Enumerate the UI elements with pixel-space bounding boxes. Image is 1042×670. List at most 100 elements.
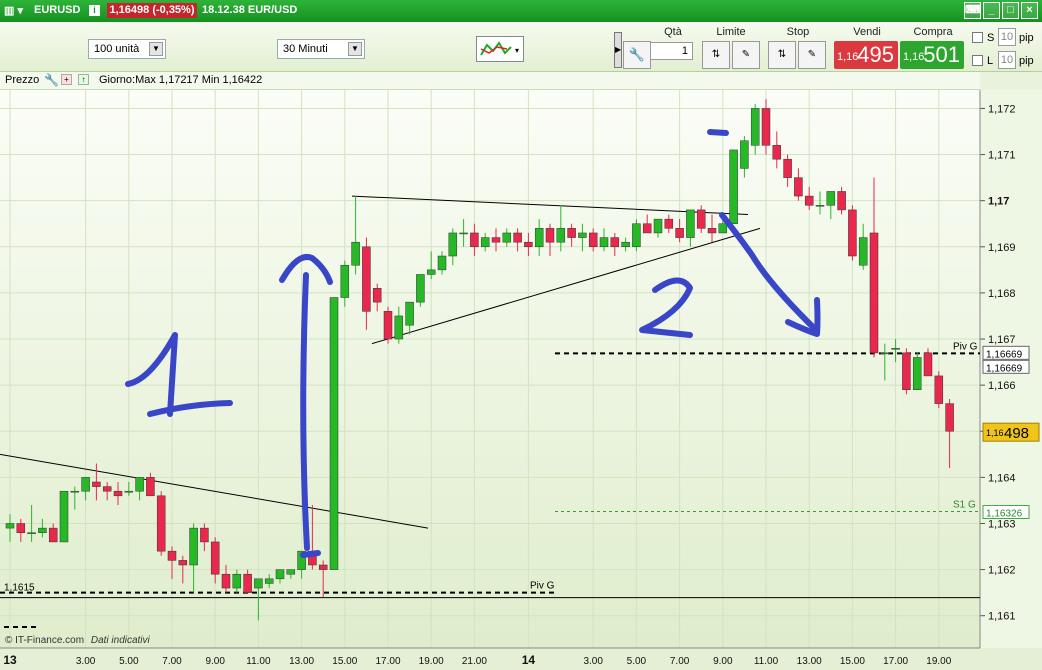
candle-body: [923, 352, 933, 377]
candle-body: [578, 232, 587, 238]
candle-body: [426, 269, 436, 275]
candle-body: [167, 550, 177, 561]
wrench-icon[interactable]: 🔧: [44, 73, 59, 87]
candle-body: [945, 403, 954, 432]
buy-price-prefix: 1,16: [903, 51, 925, 63]
x-tick-label: 13.00: [797, 656, 822, 667]
candle-body: [416, 274, 425, 303]
indicator-button[interactable]: ▾: [476, 36, 524, 62]
x-tick-label: 7.00: [670, 656, 690, 667]
x-tick-label: 11.00: [246, 656, 271, 667]
candle-body: [5, 523, 15, 529]
info-icon[interactable]: i: [89, 5, 100, 16]
move-up-icon[interactable]: ↑: [78, 74, 89, 85]
candle-body: [642, 223, 652, 234]
s-pip-label: pip: [1019, 32, 1034, 44]
collapse-panel-arrow[interactable]: ▶: [614, 32, 622, 68]
candle-body: [340, 264, 350, 298]
candle-body: [372, 288, 382, 303]
limit-edit-button[interactable]: ✎: [732, 41, 760, 69]
close-button[interactable]: ×: [1021, 2, 1038, 19]
candle-body: [513, 232, 522, 243]
candle-body: [254, 578, 263, 589]
candle-body: [599, 237, 609, 248]
maximize-button[interactable]: □: [1002, 2, 1019, 19]
candle-body: [934, 375, 944, 404]
x-tick-label: 17.00: [375, 656, 400, 667]
quantity-select[interactable]: 100 unità ▼: [88, 39, 166, 59]
candle-body: [16, 523, 26, 533]
x-tick-label: 5.00: [627, 656, 647, 667]
copyright-text: © IT-Finance.com: [5, 635, 85, 646]
s1-badge-text: 1,16326: [986, 508, 1023, 519]
candle-body: [189, 527, 198, 566]
buy-price: 501: [923, 42, 960, 67]
app-menu-icon[interactable]: ▥ ▾: [4, 4, 23, 17]
x-tick-label: 15.00: [840, 656, 865, 667]
candle-body: [664, 218, 674, 229]
candle-body: [405, 301, 414, 326]
qty-input[interactable]: 1: [650, 42, 693, 60]
candle-body: [794, 177, 803, 197]
sell-button[interactable]: 1,16 495: [834, 41, 898, 69]
candle-body: [480, 237, 490, 248]
pivot-label: Piv G: [953, 341, 978, 352]
candle-body: [135, 477, 144, 492]
candle-body: [632, 223, 641, 248]
candle-body: [394, 315, 404, 340]
candle-body: [545, 228, 555, 243]
y-tick-label: 1,169: [988, 242, 1016, 254]
candle-body: [902, 352, 911, 391]
add-indicator-icon[interactable]: +: [61, 74, 72, 85]
limit-checkbox[interactable]: [972, 55, 983, 66]
stop-checkbox[interactable]: [972, 32, 983, 43]
candle-body: [286, 569, 296, 575]
prev-pivot-value: 1,1615: [4, 583, 35, 594]
candle-body: [221, 573, 231, 589]
timeframe-select-value: 30 Minuti: [283, 43, 328, 55]
l-pip-input[interactable]: 10: [998, 51, 1016, 69]
x-tick-label: 15.00: [332, 656, 357, 667]
candle-body: [329, 297, 339, 570]
y-tick-label: 1,168: [988, 288, 1016, 300]
candle-body: [264, 578, 274, 584]
keyboard-icon[interactable]: ⌨: [964, 2, 981, 19]
candle-body: [243, 573, 252, 593]
minimize-button[interactable]: _: [983, 2, 1000, 19]
sell-price: 495: [857, 42, 894, 67]
pivot-badge-text: 1,16669: [986, 363, 1023, 374]
s-pip-input[interactable]: 10: [998, 28, 1016, 46]
y-tick-label: 1,163: [988, 518, 1016, 530]
candle-body: [858, 237, 868, 266]
trading-toolbar: 100 unità ▼ 30 Minuti ▼ ▾ ▶ 🔧 Qtà 1 Limi…: [0, 22, 1042, 72]
buy-button[interactable]: 1,16 501: [900, 41, 964, 69]
candle-body: [826, 191, 836, 206]
chevron-down-icon: ▼: [149, 42, 163, 56]
candle-body: [588, 232, 598, 248]
stop-edit-button[interactable]: ✎: [798, 41, 826, 69]
candle-body: [740, 140, 749, 169]
pivot-badge-text: 1,16669: [986, 349, 1023, 360]
x-tick-label: 9.00: [205, 656, 225, 667]
plot-area: [0, 90, 980, 648]
change-badge: 1,16498 (-0,35%): [107, 3, 197, 18]
x-tick-label: 5.00: [119, 656, 139, 667]
candle-body: [146, 477, 155, 497]
candle-body: [534, 228, 544, 248]
sell-price-prefix: 1,16: [837, 51, 859, 63]
annotation-stroke: [707, 129, 729, 136]
sell-label: Vendi: [853, 26, 881, 38]
candle-body: [567, 228, 576, 238]
stop-buy-button[interactable]: ⇅: [768, 41, 796, 69]
quantity-select-value: 100 unità: [94, 43, 140, 55]
x-tick-label: 14: [522, 653, 536, 667]
limit-buy-button[interactable]: ⇅: [702, 41, 730, 69]
price-chart[interactable]: 1,1721,1711,171,1691,1681,1671,1661,1651…: [0, 0, 1042, 670]
timeframe-select[interactable]: 30 Minuti ▼: [277, 39, 365, 59]
wrench-icon[interactable]: 🔧: [623, 41, 651, 69]
candle-body: [200, 527, 209, 543]
indicative-note: Dati indicativi: [90, 635, 150, 646]
candle-body: [156, 495, 166, 552]
candle-body: [621, 241, 630, 248]
candle-body: [38, 527, 47, 533]
